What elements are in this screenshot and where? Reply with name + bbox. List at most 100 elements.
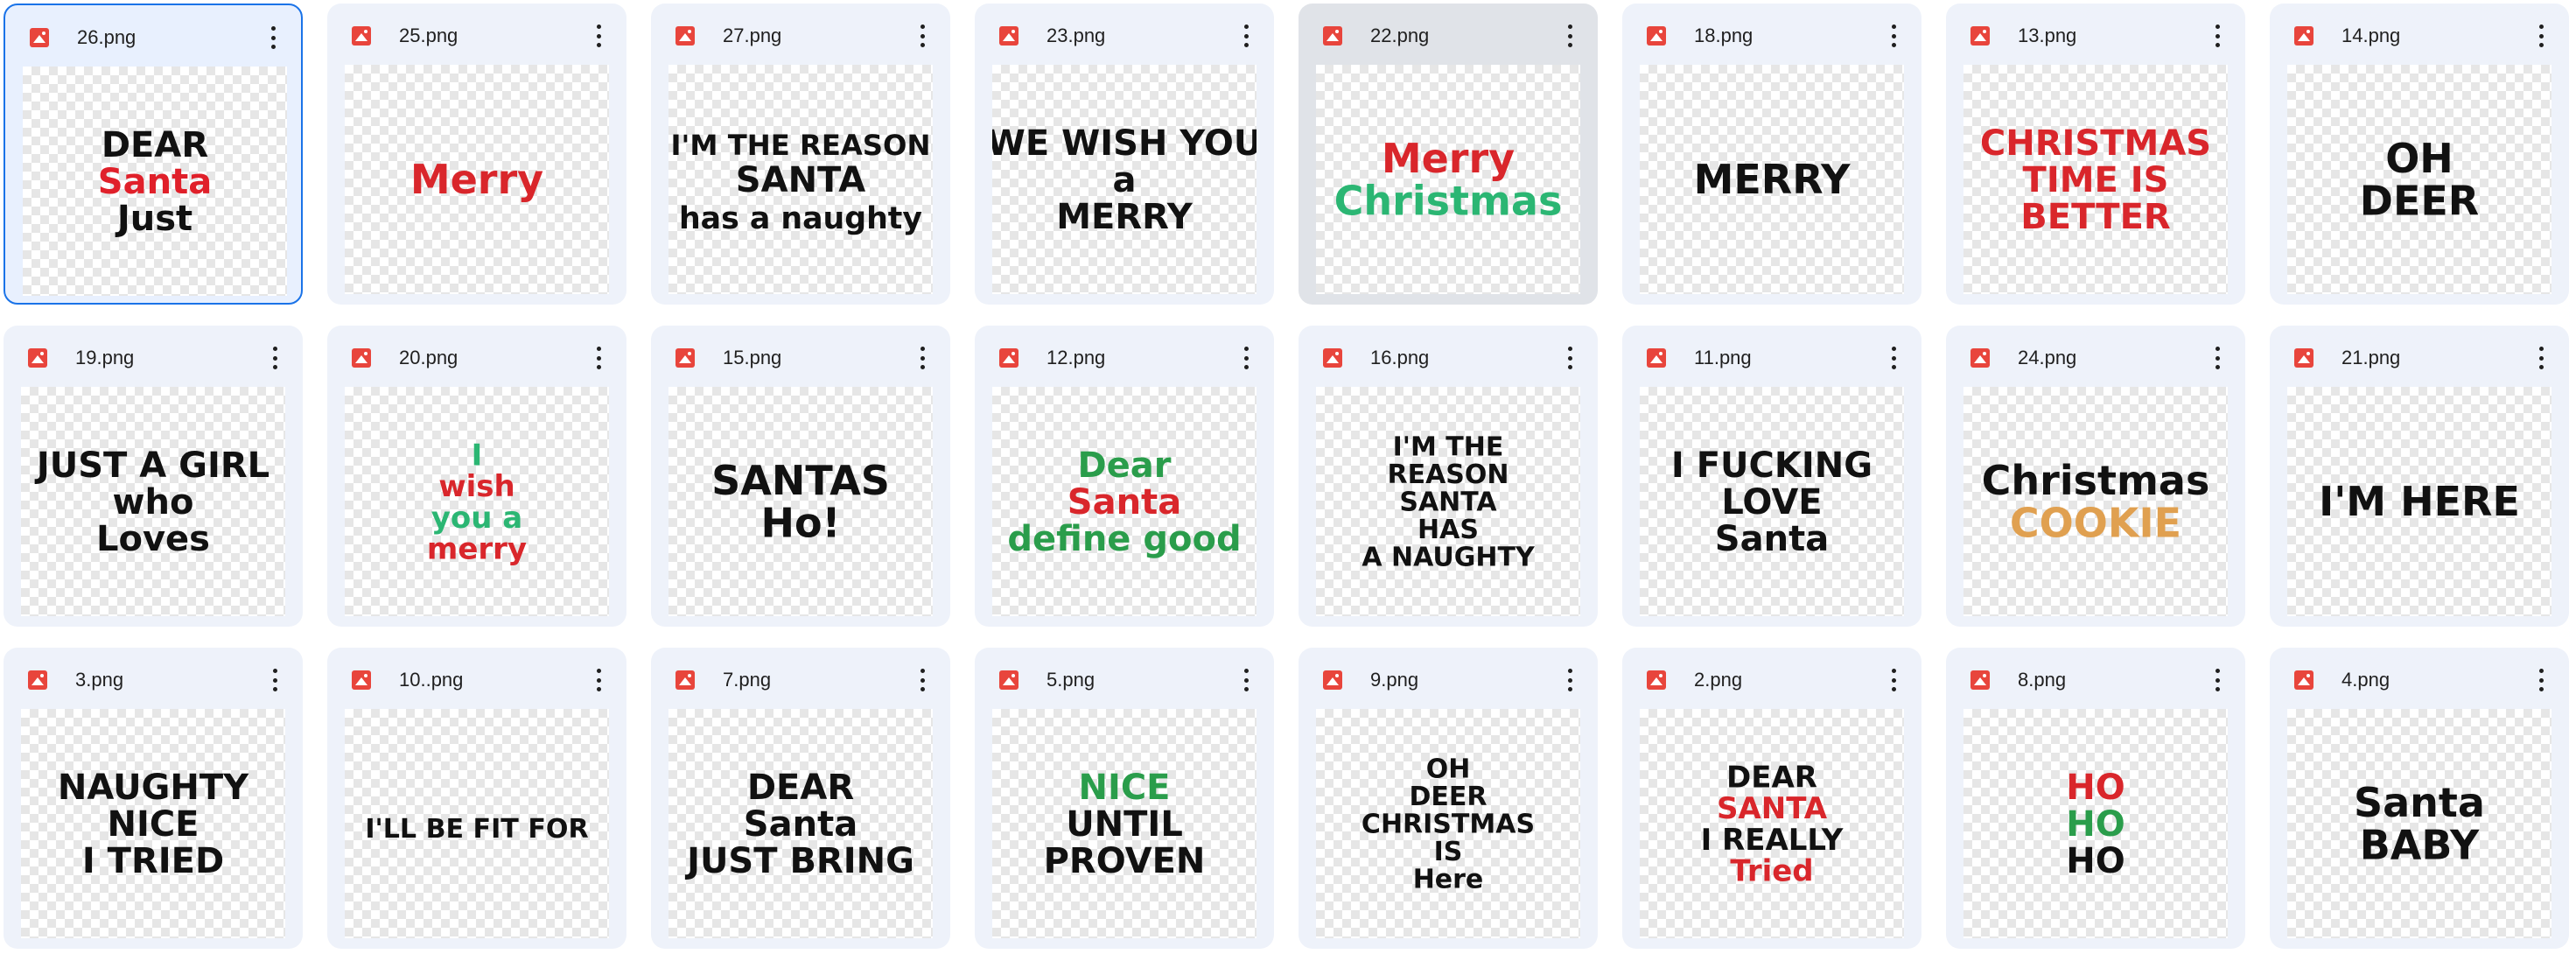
file-thumbnail[interactable]: DEAR SANTA I REALLY Tried bbox=[1640, 709, 1904, 938]
more-vert-icon[interactable] bbox=[1886, 345, 1900, 371]
file-card[interactable]: 4.png Santa BABY bbox=[2270, 648, 2569, 949]
design-text: SANTAS bbox=[711, 457, 890, 504]
file-card[interactable]: 26.png DEAR Santa Just bbox=[4, 4, 303, 305]
more-vert-icon[interactable] bbox=[1563, 667, 1577, 693]
more-vert-icon[interactable] bbox=[592, 667, 606, 693]
file-name: 25.png bbox=[399, 25, 458, 46]
file-card[interactable]: 23.png WE WISH YOU a MERRY bbox=[975, 4, 1274, 305]
file-thumbnail[interactable]: Merry Christmas bbox=[1316, 65, 1580, 294]
file-card[interactable]: 18.png MERRY bbox=[1622, 4, 1922, 305]
design-text: you a bbox=[431, 501, 523, 536]
file-card[interactable]: 25.png Merry bbox=[327, 4, 626, 305]
design-text: Santa bbox=[98, 162, 212, 202]
design-text: MERRY bbox=[1694, 156, 1852, 203]
design-text: I'LL BE FIT FOR bbox=[365, 814, 588, 845]
more-vert-icon[interactable] bbox=[266, 25, 280, 51]
file-card[interactable]: 15.png SANTAS Ho! bbox=[651, 326, 950, 627]
more-vert-icon[interactable] bbox=[2210, 23, 2224, 49]
more-vert-icon[interactable] bbox=[1886, 23, 1900, 49]
more-vert-icon[interactable] bbox=[592, 23, 606, 49]
file-card-header: 25.png bbox=[327, 4, 626, 65]
file-card[interactable]: 9.png OH DEER CHRISTMAS IS Here bbox=[1298, 648, 1598, 949]
image-file-icon bbox=[28, 670, 47, 690]
file-thumbnail[interactable]: I'M HERE bbox=[2287, 387, 2552, 616]
file-card-header: 18.png bbox=[1622, 4, 1922, 65]
file-thumbnail[interactable]: DEAR Santa JUST BRING bbox=[668, 709, 933, 938]
file-card-header: 13.png bbox=[1946, 4, 2245, 65]
file-card[interactable]: 20.png Iwish you a merry bbox=[327, 326, 626, 627]
file-thumbnail[interactable]: WE WISH YOU a MERRY bbox=[992, 65, 1256, 294]
file-card[interactable]: 13.png CHRISTMAS TIME IS BETTER bbox=[1946, 4, 2245, 305]
file-card-header: 20.png bbox=[327, 326, 626, 387]
more-vert-icon[interactable] bbox=[2534, 667, 2548, 693]
file-thumbnail[interactable]: OH DEER bbox=[2287, 65, 2552, 294]
file-name: 2.png bbox=[1694, 669, 1743, 691]
file-name: 9.png bbox=[1370, 669, 1419, 691]
file-card[interactable]: 3.png NAUGHTY NICE I TRIED bbox=[4, 648, 303, 949]
design-text: DEAR bbox=[102, 125, 208, 165]
file-thumbnail[interactable]: DEAR Santa Just bbox=[23, 67, 287, 296]
file-card[interactable]: 12.png Dear Santa define good bbox=[975, 326, 1274, 627]
more-vert-icon[interactable] bbox=[2210, 667, 2224, 693]
image-file-icon bbox=[28, 348, 47, 368]
file-thumbnail[interactable]: Santa BABY bbox=[2287, 709, 2552, 938]
more-vert-icon[interactable] bbox=[1239, 345, 1253, 371]
file-card[interactable]: 14.png OH DEER bbox=[2270, 4, 2569, 305]
image-file-icon bbox=[1323, 26, 1342, 46]
file-thumbnail[interactable]: NICE UNTIL PROVEN bbox=[992, 709, 1256, 938]
more-vert-icon[interactable] bbox=[1563, 23, 1577, 49]
file-card[interactable]: 21.png I'M HERE bbox=[2270, 326, 2569, 627]
more-vert-icon[interactable] bbox=[915, 345, 929, 371]
file-thumbnail[interactable]: CHRISTMAS TIME IS BETTER bbox=[1964, 65, 2228, 294]
file-name: 16.png bbox=[1370, 347, 1430, 368]
file-thumbnail[interactable]: MERRY bbox=[1640, 65, 1904, 294]
more-vert-icon[interactable] bbox=[915, 667, 929, 693]
file-thumbnail[interactable]: I'M THE REASON SANTA has a naughty bbox=[668, 65, 933, 294]
image-file-icon bbox=[676, 670, 695, 690]
file-thumbnail[interactable]: Iwish you a merry bbox=[345, 387, 609, 616]
file-thumbnail[interactable]: HO HO HO bbox=[1964, 709, 2228, 938]
file-card[interactable]: 7.png DEAR Santa JUST BRING bbox=[651, 648, 950, 949]
design-text: JUST A GIRL bbox=[34, 445, 270, 486]
file-thumbnail[interactable]: Christmas COOKIE bbox=[1964, 387, 2228, 616]
design-text: COOKIE bbox=[2010, 499, 2181, 546]
more-vert-icon[interactable] bbox=[2534, 23, 2548, 49]
file-card[interactable]: 10..png I'LL BE FIT FOR bbox=[327, 648, 626, 949]
more-vert-icon[interactable] bbox=[1239, 667, 1253, 693]
design-text: CHRISTMAS bbox=[1980, 123, 2211, 164]
more-vert-icon[interactable] bbox=[268, 345, 282, 371]
more-vert-icon[interactable] bbox=[592, 345, 606, 371]
file-card-header: 12.png bbox=[975, 326, 1274, 387]
file-card[interactable]: 16.png I'M THE REASON SANTA HAS A NAUGHTY bbox=[1298, 326, 1598, 627]
file-thumbnail[interactable]: OH DEER CHRISTMAS IS Here bbox=[1316, 709, 1580, 938]
file-name: 27.png bbox=[723, 25, 782, 46]
more-vert-icon[interactable] bbox=[915, 23, 929, 49]
more-vert-icon[interactable] bbox=[1239, 23, 1253, 49]
file-card[interactable]: 24.png Christmas COOKIE bbox=[1946, 326, 2245, 627]
image-file-icon bbox=[999, 670, 1018, 690]
file-card[interactable]: 19.png JUST A GIRL who Loves bbox=[4, 326, 303, 627]
file-card[interactable]: 11.png I FUCKING LOVE Santa bbox=[1622, 326, 1922, 627]
file-thumbnail[interactable]: I'M THE REASON SANTA HAS A NAUGHTY bbox=[1316, 387, 1580, 616]
image-file-icon bbox=[2294, 26, 2314, 46]
file-card[interactable]: 22.png Merry Christmas bbox=[1298, 4, 1598, 305]
file-thumbnail[interactable]: NAUGHTY NICE I TRIED bbox=[21, 709, 285, 938]
more-vert-icon[interactable] bbox=[2210, 345, 2224, 371]
file-thumbnail[interactable]: Dear Santa define good bbox=[992, 387, 1256, 616]
file-card[interactable]: 5.png NICE UNTIL PROVEN bbox=[975, 648, 1274, 949]
file-card[interactable]: 27.png I'M THE REASON SANTA has a naughty bbox=[651, 4, 950, 305]
file-card[interactable]: 2.png DEAR SANTA I REALLY Tried bbox=[1622, 648, 1922, 949]
design-text: who bbox=[113, 482, 194, 523]
file-thumbnail[interactable]: I FUCKING LOVE Santa bbox=[1640, 387, 1904, 616]
more-vert-icon[interactable] bbox=[1563, 345, 1577, 371]
file-thumbnail[interactable]: Merry bbox=[345, 65, 609, 294]
file-thumbnail[interactable]: I'LL BE FIT FOR bbox=[345, 709, 609, 938]
file-thumbnail[interactable]: JUST A GIRL who Loves bbox=[21, 387, 285, 616]
file-card[interactable]: 8.png HO HO HO bbox=[1946, 648, 2245, 949]
more-vert-icon[interactable] bbox=[1886, 667, 1900, 693]
image-file-icon bbox=[676, 26, 695, 46]
file-card-header: 7.png bbox=[651, 648, 950, 709]
more-vert-icon[interactable] bbox=[268, 667, 282, 693]
file-thumbnail[interactable]: SANTAS Ho! bbox=[668, 387, 933, 616]
more-vert-icon[interactable] bbox=[2534, 345, 2548, 371]
